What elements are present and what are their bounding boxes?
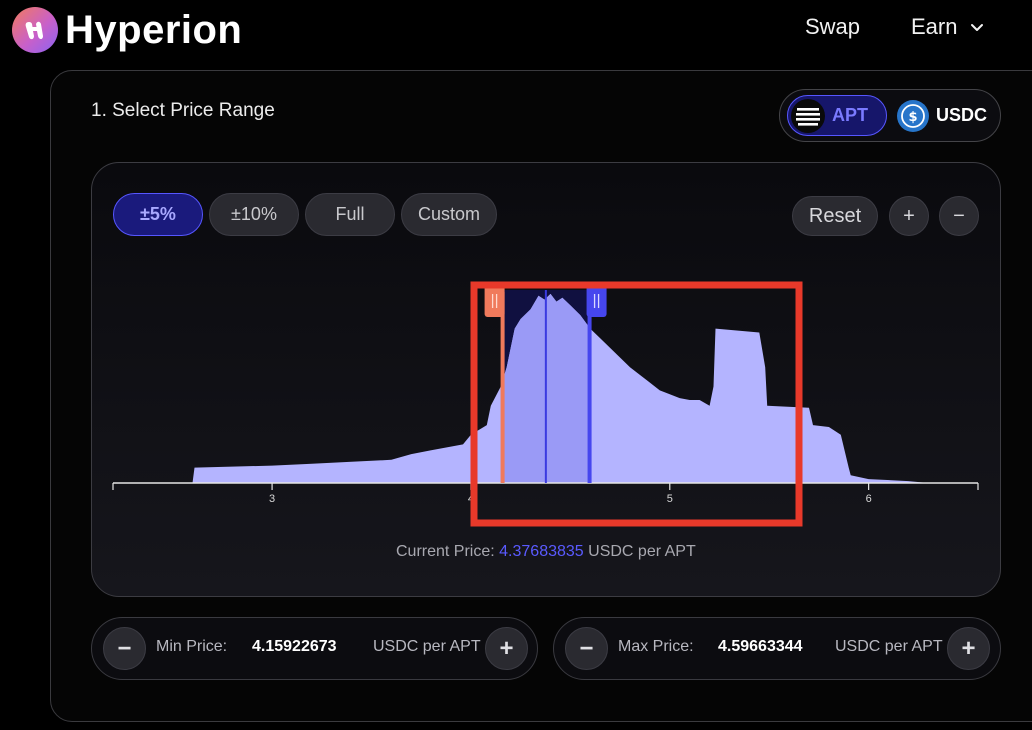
x-tick-label: 5 [667,493,673,505]
min-price-unit: USDC per APT [373,638,481,655]
current-price-readout: Current Price: 4.37683835 USDC per APT [396,543,696,561]
min-price-drag-handle[interactable] [484,285,505,317]
max-price-input[interactable]: 4.59663344 [718,638,806,656]
min-price-increase-button[interactable]: + [485,627,528,670]
max-price-drag-handle[interactable] [586,285,607,317]
max-price-decrease-button[interactable]: − [565,627,608,670]
app-page: Hyperion Swap Earn 1. Select Price Range… [0,0,1032,730]
min-price-decrease-button[interactable]: − [103,627,146,670]
x-tick-label: 6 [866,493,872,505]
max-price-increase-button[interactable]: + [947,627,990,670]
min-price-card: − Min Price: 4.15922673 USDC per APT + [91,617,538,680]
max-price-label: Max Price: [618,638,694,655]
max-price-card: − Max Price: 4.59663344 USDC per APT + [553,617,1001,680]
current-price-unit: USDC per APT [588,543,696,560]
min-price-label: Min Price: [156,638,228,655]
max-price-handle-line [587,292,592,483]
current-price-label: Current Price: [396,543,495,560]
min-price-input[interactable]: 4.15922673 [252,638,360,656]
min-price-handle-line [500,292,505,483]
max-price-unit: USDC per APT [835,638,943,655]
current-price-value: 4.37683835 [499,543,584,560]
x-tick-label: 3 [269,493,275,505]
